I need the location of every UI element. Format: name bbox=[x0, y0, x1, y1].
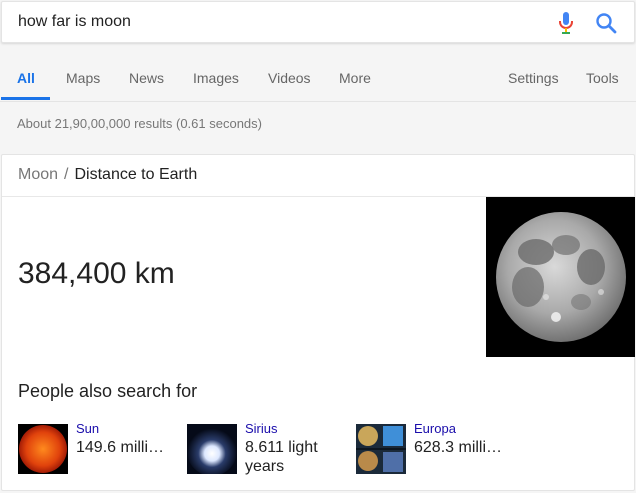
moon-icon bbox=[496, 212, 626, 342]
tab-all[interactable]: All bbox=[17, 70, 35, 86]
moon-image[interactable] bbox=[486, 197, 635, 357]
pasf-item-sirius[interactable]: Sirius 8.611 light years bbox=[187, 421, 352, 481]
answer-card: Moon / Distance to Earth 384,400 km People bbox=[1, 154, 635, 491]
search-tabs: All Maps News Images Videos More Setting… bbox=[0, 60, 636, 102]
tab-images[interactable]: Images bbox=[193, 70, 239, 86]
microphone-icon[interactable] bbox=[557, 11, 575, 35]
pasf-item-value: 8.611 light years bbox=[245, 439, 318, 475]
pasf-item-name[interactable]: Europa bbox=[414, 421, 456, 436]
sun-thumbnail bbox=[18, 424, 68, 474]
tab-maps[interactable]: Maps bbox=[66, 70, 100, 86]
answer-value: 384,400 km bbox=[18, 257, 175, 290]
card-header: Moon / Distance to Earth bbox=[2, 155, 634, 197]
search-input[interactable] bbox=[18, 13, 518, 31]
search-bar bbox=[1, 1, 635, 43]
tab-videos[interactable]: Videos bbox=[268, 70, 311, 86]
tab-settings[interactable]: Settings bbox=[508, 70, 559, 86]
search-icon[interactable] bbox=[595, 12, 617, 34]
pasf-item-europa[interactable]: Europa 628.3 milli… bbox=[356, 421, 521, 481]
breadcrumb: Moon / Distance to Earth bbox=[18, 166, 197, 184]
tab-news[interactable]: News bbox=[129, 70, 164, 86]
pasf-item-sun[interactable]: Sun 149.6 milli… bbox=[18, 421, 183, 481]
pasf-item-name[interactable]: Sirius bbox=[245, 421, 278, 436]
tab-more[interactable]: More bbox=[339, 70, 371, 86]
tab-tools[interactable]: Tools bbox=[586, 70, 619, 86]
sirius-thumbnail bbox=[187, 424, 237, 474]
breadcrumb-separator: / bbox=[64, 166, 69, 183]
breadcrumb-attribute: Distance to Earth bbox=[74, 166, 198, 183]
pasf-item-value: 628.3 milli… bbox=[414, 439, 503, 456]
pasf-item-value: 149.6 milli… bbox=[76, 439, 165, 456]
active-tab-indicator bbox=[1, 97, 50, 100]
people-also-search-title: People also search for bbox=[18, 381, 198, 401]
result-stats: About 21,90,00,000 results (0.61 seconds… bbox=[17, 116, 262, 131]
europa-thumbnail bbox=[356, 424, 406, 474]
breadcrumb-entity-link[interactable]: Moon bbox=[18, 166, 58, 183]
pasf-item-name[interactable]: Sun bbox=[76, 421, 99, 436]
